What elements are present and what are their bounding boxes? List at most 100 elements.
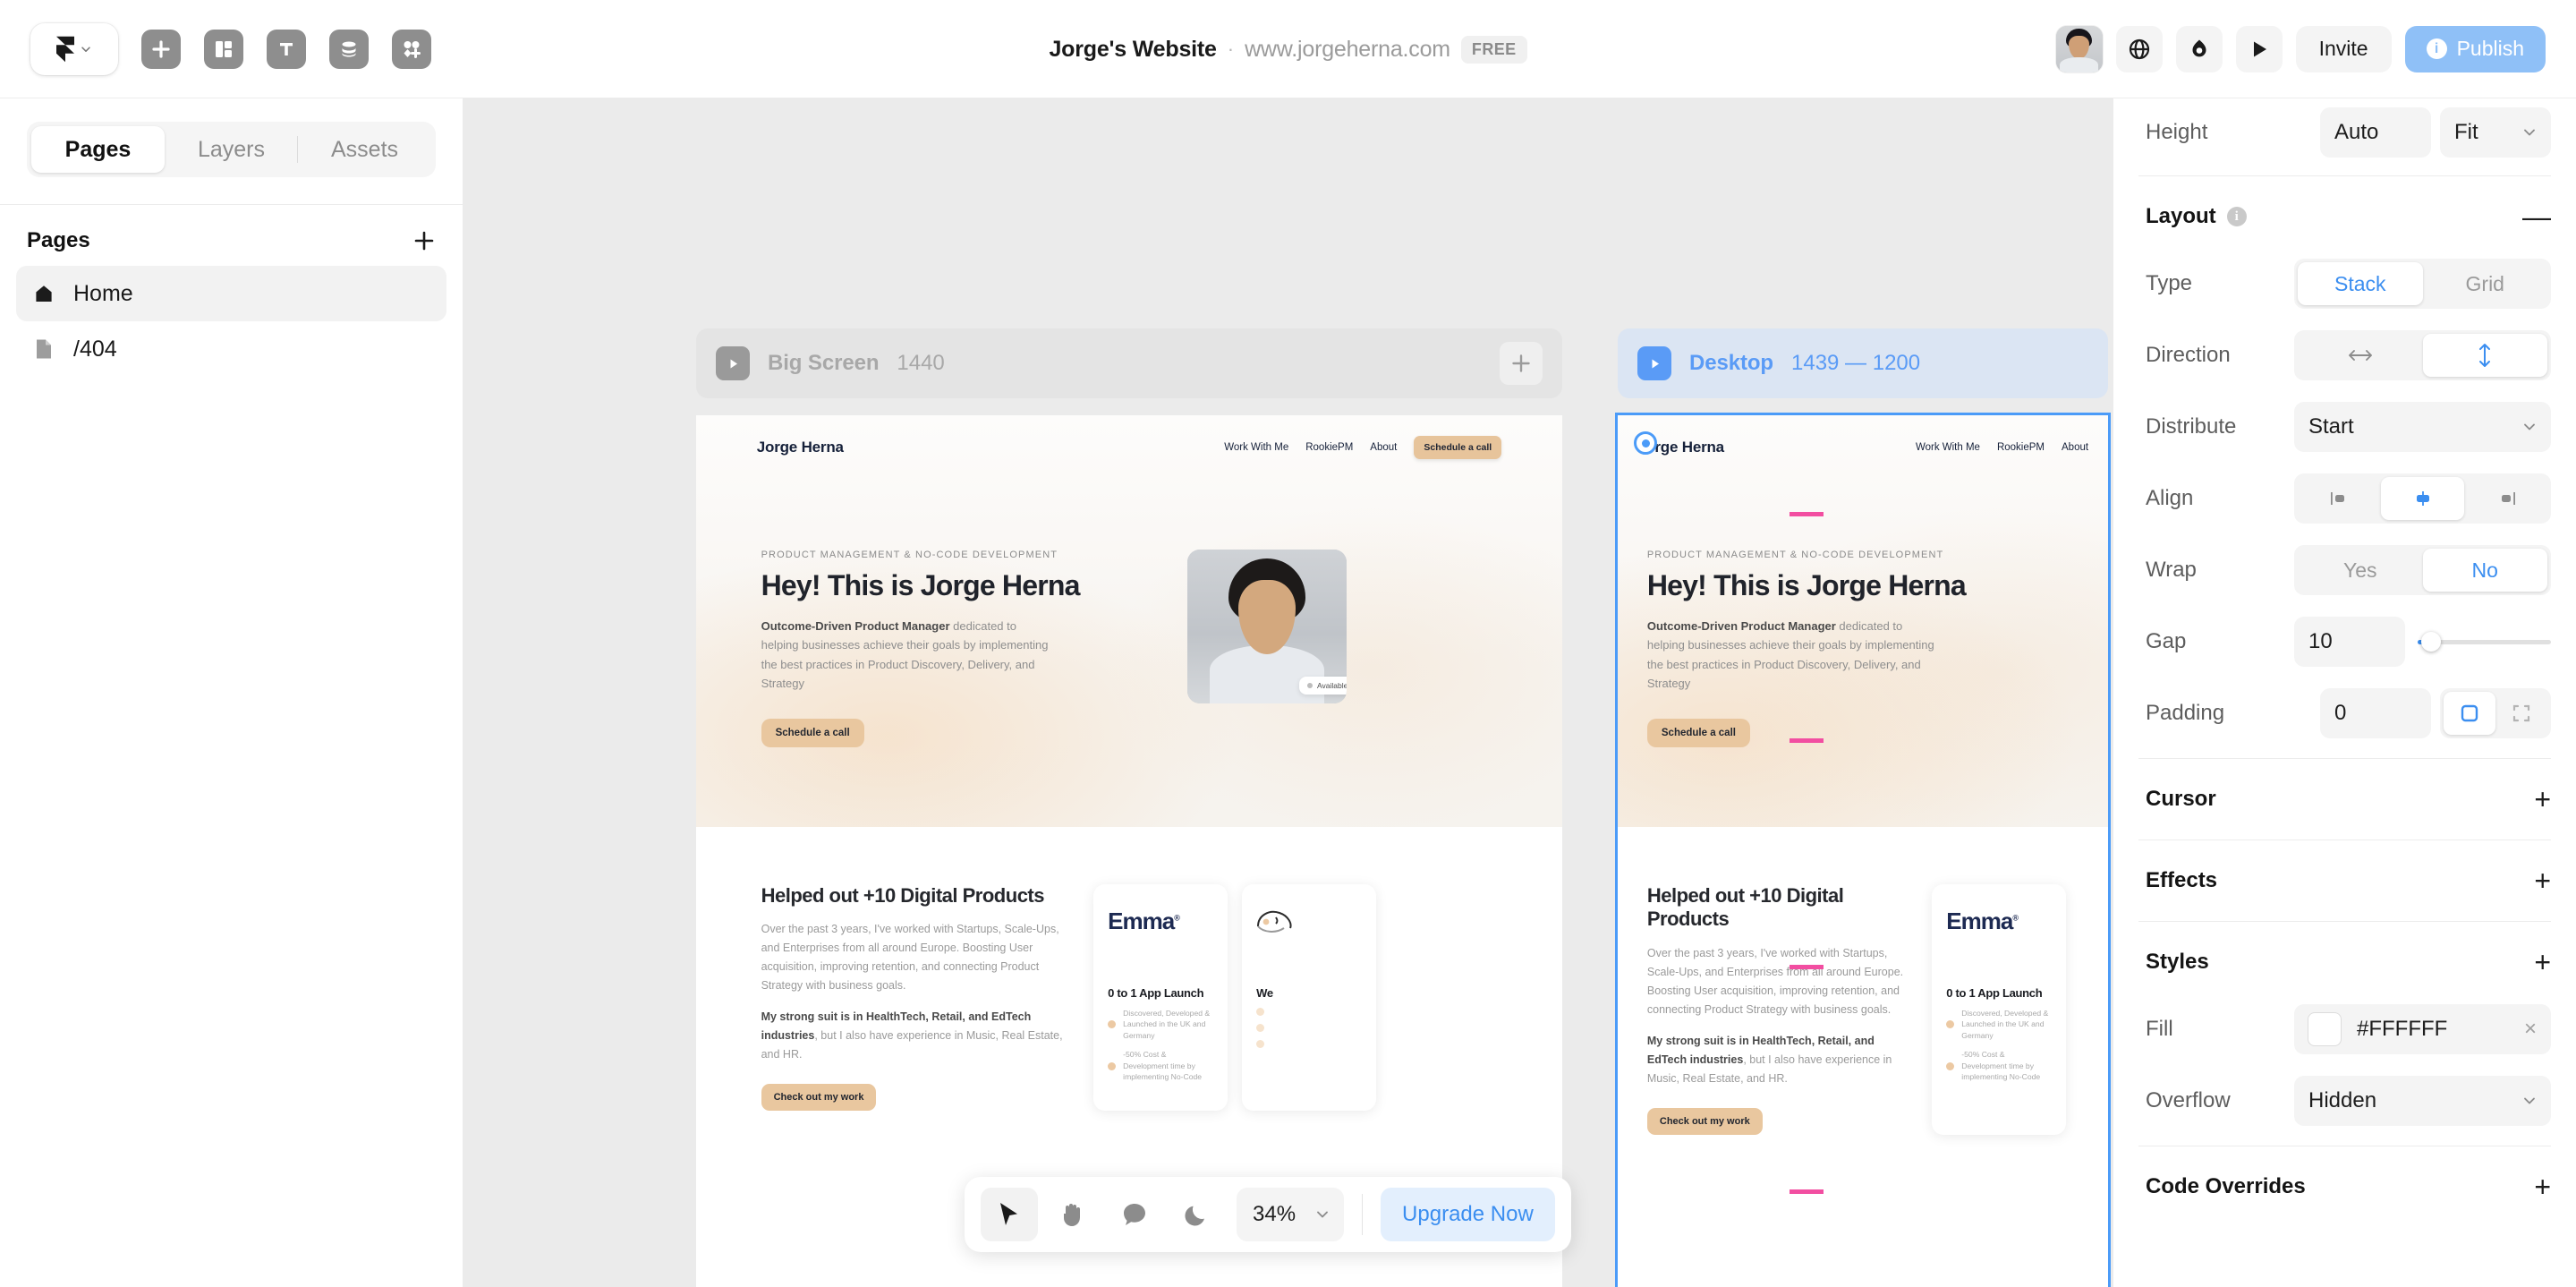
fill-color-input[interactable]: #FFFFFF × [2294,1004,2551,1054]
direction-horizontal-option[interactable] [2298,334,2423,377]
add-cursor-button[interactable]: + [2534,785,2551,814]
remove-fill-button[interactable]: × [2519,1017,2537,1042]
align-center-option[interactable] [2381,477,2464,520]
sidebar-item-404[interactable]: /404 [16,321,446,377]
breakpoint-play-icon-desktop[interactable] [1637,346,1671,380]
assets-icon[interactable] [392,29,431,69]
height-mode-select[interactable]: Fit [2440,107,2551,158]
add-style-button[interactable]: + [2534,948,2551,976]
selection-handle-dot[interactable] [1634,431,1657,455]
hero-heading: Hey! This is Jorge Herna [761,569,1081,601]
align-start-option[interactable] [2298,477,2381,520]
layout-icon[interactable] [204,29,243,69]
hand-tool-icon[interactable] [1043,1188,1101,1241]
horizontal-arrow-icon [2348,350,2372,361]
add-effect-button[interactable]: + [2534,866,2551,895]
products-cta-button-desktop[interactable]: Check out my work [1646,1107,1763,1135]
page-icon [32,337,55,361]
tab-pages[interactable]: Pages [31,126,165,173]
collapse-layout-button[interactable]: — [2522,202,2551,231]
overflow-select[interactable]: Hidden [2294,1076,2551,1126]
upgrade-now-button[interactable]: Upgrade Now [1381,1188,1555,1241]
zoom-level-select[interactable]: 34% [1237,1188,1345,1241]
invite-button[interactable]: Invite [2295,25,2392,72]
cursor-tool-icon[interactable] [981,1188,1038,1241]
site-nav: Jorge Herna Work With Me RookiePM About … [696,430,1562,465]
padding-individual-option[interactable] [2495,692,2547,735]
sidebar-item-home[interactable]: Home [16,266,446,321]
add-page-button[interactable] [412,229,436,252]
padding-uniform-option[interactable] [2444,692,2495,735]
align-end-icon [2501,492,2515,505]
add-icon[interactable] [141,29,181,69]
gap-slider[interactable] [2414,617,2551,667]
cms-icon[interactable] [329,29,369,69]
direction-vertical-option[interactable] [2422,334,2547,377]
guide-tick [1790,512,1824,516]
hero-cta-button[interactable]: Schedule a call [761,718,864,747]
framer-logo-button[interactable] [30,22,118,75]
dark-mode-tool-icon[interactable] [1169,1188,1226,1241]
artboard-desktop[interactable]: Jorge Herna Work With Me RookiePM About … [1615,413,2111,1287]
gap-slider-knob[interactable] [2420,632,2441,652]
fill-row: Fill #FFFFFF × [2113,993,2576,1065]
layout-align-label: Align [2146,486,2194,510]
project-bullet: -50% Cost & Development time by implemen… [1946,1049,2052,1082]
sidebar-item-home-label: Home [73,280,133,306]
nav-link-rookiepm-desktop[interactable]: RookiePM [1997,442,2045,453]
record-icon[interactable] [2175,25,2223,72]
website-preview-big: Jorge Herna Work With Me RookiePM About … [696,415,1562,1287]
layout-type-grid-option[interactable]: Grid [2423,262,2548,305]
breakpoint-play-icon[interactable] [716,346,750,380]
align-end-option[interactable] [2464,477,2547,520]
layout-type-label: Type [2146,271,2193,295]
nav-link-work-desktop[interactable]: Work With Me [1916,442,1980,453]
artboard-big-screen[interactable]: Jorge Herna Work With Me RookiePM About … [696,415,1562,1287]
wrap-no-option[interactable]: No [2422,549,2547,592]
gap-value-input[interactable]: 10 [2294,617,2405,667]
text-icon[interactable] [267,29,306,69]
layout-type-stack-option[interactable]: Stack [2298,262,2423,305]
preview-play-icon[interactable] [2235,25,2283,72]
publish-button[interactable]: i Publish [2404,25,2546,72]
products-section-desktop: Helped out +10 Digital Products Over the… [1618,863,2108,1287]
padding-value-input[interactable]: 0 [2320,688,2431,738]
home-icon [32,282,55,305]
project-card-emma-desktop[interactable]: Emma® 0 to 1 App Launch Discovered, Deve… [1932,884,2067,1135]
canvas-area[interactable]: Big Screen 1440 Desktop 1439 — 1200 Jorg… [463,98,2113,1287]
globe-icon[interactable] [2115,25,2163,72]
tab-assets[interactable]: Assets [298,126,431,173]
tab-layers[interactable]: Layers [165,126,298,173]
nav-cta-button[interactable]: Schedule a call [1414,436,1502,459]
project-bullet: -50% Cost & Development time by implemen… [1108,1049,1213,1082]
project-card-emma[interactable]: Emma® 0 to 1 App Launch Discovered, Deve… [1093,884,1228,1112]
breakpoint-header-desktop[interactable]: Desktop 1439 — 1200 [1618,328,2108,398]
height-value-input[interactable]: Auto [2320,107,2431,158]
comment-tool-icon[interactable] [1106,1188,1163,1241]
effects-section-title: Effects [2146,868,2218,892]
products-cta-button[interactable]: Check out my work [761,1084,877,1112]
products-heading: Helped out +10 Digital Products [761,884,1045,907]
emma-logo: Emma® [1108,900,1213,942]
products-paragraph-2: My strong suit is in HealthTech, Retail,… [761,1008,1071,1064]
nav-link-about[interactable]: About [1370,442,1397,453]
plan-badge[interactable]: FREE [1460,35,1527,64]
avatar[interactable] [2055,25,2103,72]
add-code-override-button[interactable]: + [2534,1172,2551,1201]
nav-link-about-desktop[interactable]: About [2062,442,2088,453]
project-card-second[interactable]: We [1242,884,1377,1112]
add-breakpoint-button[interactable] [1500,342,1543,385]
emma-logo-desktop: Emma® [1946,900,2052,942]
hero-cta-button-desktop[interactable]: Schedule a call [1646,718,1750,747]
breakpoint-header-big-screen[interactable]: Big Screen 1440 [696,328,1562,398]
project-bullet-text: -50% Cost & Development time by implemen… [1961,1050,2041,1082]
wrap-yes-option[interactable]: Yes [2298,549,2423,592]
layout-title-text: Layout [2146,204,2216,228]
align-center-icon [2416,491,2429,506]
layout-distribute-select[interactable]: Start [2294,402,2551,452]
info-icon[interactable]: i [2226,207,2247,226]
framer-editor-window: Jorge's Website · www.jorgeherna.com FRE… [0,0,2576,1287]
fill-color-swatch[interactable] [2308,1013,2341,1045]
nav-link-rookiepm[interactable]: RookiePM [1305,442,1353,453]
nav-link-work[interactable]: Work With Me [1224,442,1288,453]
